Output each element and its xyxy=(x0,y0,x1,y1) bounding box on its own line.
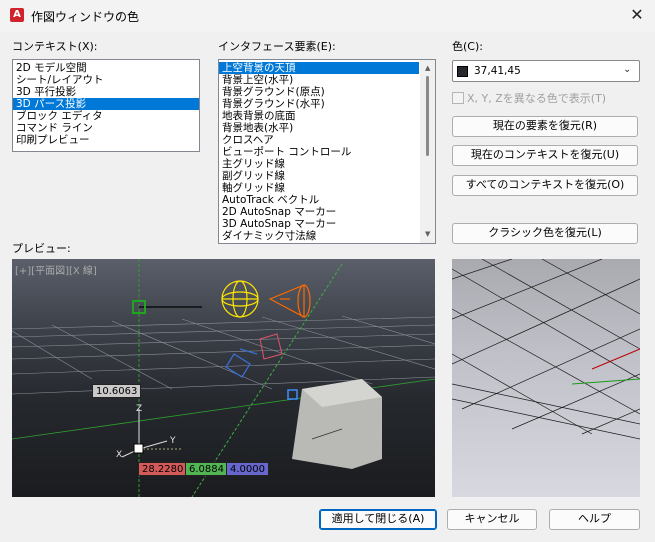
xyz-color-checkbox[interactable] xyxy=(452,92,464,104)
context-list-item[interactable]: 3D パース投影 xyxy=(13,98,199,110)
interface-element-item[interactable]: クロスヘア xyxy=(219,134,419,146)
close-icon[interactable]: ✕ xyxy=(628,6,646,24)
color-label: 色(C): xyxy=(452,40,483,53)
cancel-button[interactable]: キャンセル xyxy=(447,509,537,530)
interface-element-item[interactable]: 主グリッド線 xyxy=(219,158,419,170)
axis-y-label: Y xyxy=(169,436,176,446)
context-list-item[interactable]: 3D 平行投影 xyxy=(13,86,199,98)
preview-viewport: Z Y X [+][平面図][X 線] 10.6063 28.2280 6.08… xyxy=(12,259,435,497)
element-preview xyxy=(452,259,640,497)
color-dropdown[interactable]: 37,41,45 ⌄ xyxy=(452,60,640,82)
apply-close-button[interactable]: 適用して閉じる(A) xyxy=(319,509,437,530)
spotlight xyxy=(268,284,311,318)
axis-z-label: Z xyxy=(136,404,142,414)
grip-marker xyxy=(287,389,298,400)
context-list-item[interactable]: ブロック エディタ xyxy=(13,110,199,122)
interface-element-item[interactable]: 背景グラウンド(原点) xyxy=(219,86,419,98)
interface-element-item[interactable]: 軸グリッド線 xyxy=(219,182,419,194)
context-list-item[interactable]: コマンド ライン xyxy=(13,122,199,134)
xyz-color-checkbox-label: X, Y, Zを異なる色で表示(T) xyxy=(467,92,607,105)
context-list-item[interactable]: シート/レイアウト xyxy=(13,74,199,86)
distance-tooltip: 10.6063 xyxy=(92,384,142,398)
interface-element-item[interactable]: AutoTrack ベクトル xyxy=(219,194,419,206)
scrollbar-thumb[interactable] xyxy=(426,76,429,156)
interface-element-item[interactable]: ダイナミック寸法線 xyxy=(219,230,419,242)
y-coordinate-input: 6.0884 xyxy=(185,462,228,476)
interface-element-item[interactable]: 背景グラウンド(水平) xyxy=(219,98,419,110)
scroll-down-icon[interactable]: ▼ xyxy=(425,230,430,238)
context-list-item[interactable]: 印刷プレビュー xyxy=(13,134,199,146)
interface-element-label: インタフェース要素(E): xyxy=(218,40,336,53)
interface-element-item[interactable]: 上空背景の天頂 xyxy=(219,62,419,74)
red-axis-line xyxy=(591,348,640,370)
chevron-down-icon: ⌄ xyxy=(623,64,632,75)
scroll-up-icon[interactable]: ▲ xyxy=(425,64,430,72)
interface-element-items: 上空背景の天頂 背景上空(水平) 背景グラウンド(原点) 背景グラウンド(水平) 地表背… xyxy=(219,62,419,242)
restore-context-button[interactable]: 現在のコンテキストを復元(U) xyxy=(452,145,638,166)
help-button[interactable]: ヘルプ xyxy=(549,509,640,530)
interface-element-item[interactable]: 背景上空(水平) xyxy=(219,74,419,86)
interface-element-item[interactable]: 副グリッド線 xyxy=(219,170,419,182)
interface-element-item[interactable]: 3D AutoSnap マーカー xyxy=(219,218,419,230)
scrollbar[interactable]: ▲ ▼ xyxy=(420,60,435,243)
color-swatch xyxy=(457,66,468,77)
context-listbox[interactable]: 2D モデル空間 シート/レイアウト 3D 平行投影 3D パース投影 ブロック エディ… xyxy=(12,59,200,152)
interface-element-item[interactable]: ビューポート コントロール xyxy=(219,146,419,158)
interface-element-listbox[interactable]: 上空背景の天頂 背景上空(水平) 背景グラウンド(原点) 背景グラウンド(水平) 地表背… xyxy=(218,59,436,244)
context-list-item[interactable]: 2D モデル空間 xyxy=(13,62,199,74)
viewport-controls[interactable]: [+][平面図][X 線] xyxy=(15,262,97,277)
interface-element-item[interactable]: 背景地表(水平) xyxy=(219,122,419,134)
camera-glyph xyxy=(225,348,258,378)
element-preview-grid xyxy=(452,259,640,440)
x-coordinate-input: 28.2280 xyxy=(138,462,188,476)
restore-element-button[interactable]: 現在の要素を復元(R) xyxy=(452,116,638,137)
restore-classic-colors-button[interactable]: クラシック色を復元(L) xyxy=(452,223,638,244)
autocad-app-icon: A xyxy=(10,8,24,22)
interface-element-item[interactable]: 2D AutoSnap マーカー xyxy=(219,206,419,218)
light-sphere xyxy=(221,280,259,318)
ucs-icon xyxy=(121,409,168,458)
axis-x-label: X xyxy=(116,450,122,460)
interface-element-item[interactable]: 地表背景の底面 xyxy=(219,110,419,122)
window-title: 作図ウィンドウの色 xyxy=(31,10,140,24)
ground-grid xyxy=(12,315,435,395)
z-coordinate-input: 4.0000 xyxy=(226,462,269,476)
color-value: 37,41,45 xyxy=(474,65,521,77)
context-label: コンテキスト(X): xyxy=(12,40,98,53)
point-grip xyxy=(133,443,144,454)
preview-label: プレビュー: xyxy=(12,242,71,255)
restore-all-contexts-button[interactable]: すべてのコンテキストを復元(O) xyxy=(452,175,638,196)
